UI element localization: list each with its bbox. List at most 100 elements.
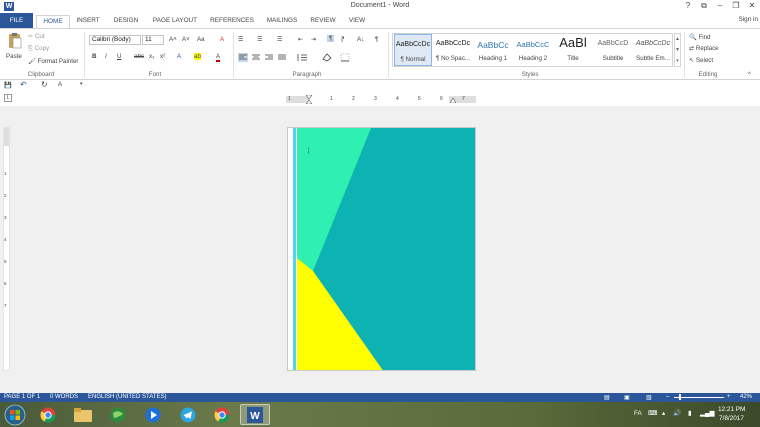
styles-scroll[interactable]: ▲ ▼ ▾ — [674, 33, 681, 67]
font-color-button[interactable]: A — [216, 53, 221, 62]
underline-button[interactable]: U — [117, 53, 121, 60]
multilevel-list-button[interactable]: ☰ — [277, 36, 283, 43]
media-player-taskbar-icon[interactable] — [138, 404, 168, 425]
clock-time[interactable]: 12:21 PM — [718, 406, 745, 413]
cut-button[interactable]: ✂ Cut — [28, 33, 45, 40]
font-name-box[interactable]: Calibri (Body) — [89, 35, 141, 45]
style-heading-1[interactable]: AaBbCc Heading 1 — [474, 34, 512, 66]
globe-app-taskbar-icon[interactable] — [103, 404, 133, 425]
align-center-icon[interactable] — [251, 53, 261, 62]
increase-indent-button[interactable]: ⇥ — [311, 36, 316, 43]
ltr-button[interactable]: ¶ — [327, 35, 335, 42]
tab-page-layout[interactable]: PAGE LAYOUT — [148, 15, 202, 28]
zoom-level[interactable]: 42% — [740, 394, 752, 400]
ribbon-display-options-button[interactable]: ⧉ — [697, 1, 711, 11]
network-icon[interactable]: ▮ — [688, 409, 692, 417]
customize-qat-icon[interactable]: ▾ — [80, 81, 83, 87]
zoom-slider-thumb[interactable] — [679, 394, 681, 400]
text-effects-button[interactable]: A — [177, 53, 181, 60]
superscript-button[interactable]: x² — [160, 53, 165, 60]
telegram-taskbar-icon[interactable] — [173, 404, 203, 425]
sign-in-link[interactable]: Sign in — [738, 16, 758, 23]
chrome-taskbar-icon-2[interactable] — [207, 404, 237, 425]
align-left-icon[interactable] — [238, 53, 248, 62]
subscript-button[interactable]: x₂ — [149, 53, 155, 60]
style-subtitle[interactable]: AaBbCcD Subtitle — [594, 34, 632, 66]
paste-button[interactable]: Paste — [4, 32, 26, 62]
style-no-spacing[interactable]: AaBbCcDc ¶ No Spac... — [434, 34, 472, 66]
strikethrough-button[interactable]: abc — [134, 53, 144, 60]
show-formatting-marks-button[interactable]: ¶ — [375, 36, 378, 43]
restore-button[interactable]: ❐ — [729, 1, 743, 10]
zoom-out-button[interactable]: – — [666, 394, 669, 400]
find-button[interactable]: 🔍 Find — [689, 33, 711, 41]
tab-design[interactable]: DESIGN — [110, 15, 142, 28]
font-size-box[interactable]: 11 — [142, 35, 164, 45]
help-button[interactable]: ? — [681, 1, 695, 10]
format-painter-button[interactable]: 🖌 Format Painter — [28, 57, 79, 65]
change-case-button[interactable]: Aa — [197, 36, 205, 43]
page-count[interactable]: PAGE 1 OF 1 — [4, 394, 40, 400]
rtl-button[interactable]: ¶ — [341, 36, 344, 43]
tab-view[interactable]: VIEW — [344, 15, 370, 28]
align-right-icon[interactable] — [264, 53, 274, 62]
grow-font-button[interactable]: A˄ — [169, 36, 177, 43]
undo-icon[interactable]: ↶ — [20, 80, 27, 89]
save-icon[interactable]: 💾 — [4, 81, 12, 89]
tab-references[interactable]: REFERENCES — [208, 15, 256, 28]
tray-expand-icon[interactable]: ▴ — [662, 409, 665, 417]
tab-selector-icon[interactable]: L — [4, 94, 12, 102]
web-layout-icon[interactable]: ▥ — [646, 394, 652, 401]
signal-icon[interactable]: ▂▄▆ — [700, 409, 714, 417]
keyboard-icon[interactable]: ⌨ — [648, 409, 657, 417]
replace-button[interactable]: ⇄ Replace — [689, 45, 719, 52]
read-mode-icon[interactable]: ▤ — [604, 394, 610, 401]
tab-home[interactable]: HOME — [36, 15, 70, 28]
close-button[interactable]: ✕ — [745, 1, 759, 10]
tab-file[interactable]: FILE — [0, 13, 33, 28]
vertical-ruler[interactable]: 1 2 3 4 5 6 7 — [3, 127, 10, 371]
highlight-button[interactable]: ab — [194, 53, 201, 60]
sort-button[interactable]: A↓ — [357, 36, 364, 43]
clock-date[interactable]: 7/8/2017 — [719, 415, 744, 422]
shrink-font-button[interactable]: A˅ — [182, 36, 190, 43]
tab-insert[interactable]: INSERT — [73, 15, 103, 28]
justify-icon[interactable] — [277, 53, 287, 62]
bullets-button[interactable]: ☰ — [238, 36, 244, 43]
numbering-button[interactable]: ☰ — [257, 36, 263, 43]
right-indent-marker-icon[interactable] — [450, 98, 456, 103]
zoom-slider[interactable] — [674, 397, 724, 398]
clear-formatting-button[interactable]: A — [220, 36, 224, 43]
style-heading-2[interactable]: AaBbCcC Heading 2 — [514, 34, 552, 66]
line-spacing-icon[interactable] — [296, 53, 308, 62]
select-button[interactable]: ↖ Select — [689, 57, 713, 64]
minimize-button[interactable]: – — [713, 1, 727, 10]
print-layout-icon[interactable]: ▣ — [624, 394, 630, 401]
decrease-indent-button[interactable]: ⇤ — [298, 36, 303, 43]
horizontal-ruler[interactable]: 1 1 2 3 4 5 6 7 — [286, 95, 476, 104]
volume-icon[interactable]: 🔊 — [673, 409, 681, 417]
start-button-icon[interactable] — [4, 404, 26, 426]
zoom-in-button[interactable]: + — [727, 394, 731, 400]
copy-button[interactable]: ⎘ Copy — [28, 45, 49, 53]
italic-button[interactable]: I — [105, 53, 107, 60]
borders-icon[interactable] — [340, 53, 350, 62]
indent-marker-icon[interactable] — [305, 95, 313, 104]
redo-icon[interactable]: ↻ — [41, 80, 48, 89]
document-page[interactable]: ¦ — [287, 127, 476, 371]
tab-review[interactable]: REVIEW — [308, 15, 338, 28]
file-explorer-taskbar-icon[interactable] — [68, 404, 98, 425]
input-language[interactable]: FA — [634, 410, 642, 417]
bold-button[interactable]: B — [92, 53, 96, 60]
collapse-ribbon-icon[interactable]: ^ — [748, 72, 751, 78]
style-normal[interactable]: AaBbCcDc ¶ Normal — [394, 34, 432, 66]
word-count[interactable]: 0 WORDS — [50, 394, 78, 400]
tab-mailings[interactable]: MAILINGS — [262, 15, 302, 28]
qat-font-color-icon[interactable]: A — [58, 81, 62, 88]
style-title[interactable]: AaBl Title — [554, 34, 592, 66]
shading-icon[interactable] — [321, 53, 333, 62]
word-taskbar-icon[interactable]: W — [240, 404, 270, 425]
chrome-taskbar-icon[interactable] — [33, 404, 63, 425]
language-status[interactable]: ENGLISH (UNITED STATES) — [88, 394, 166, 400]
style-subtle-emphasis[interactable]: AaBbCcDc Subtle Em... — [634, 34, 672, 66]
